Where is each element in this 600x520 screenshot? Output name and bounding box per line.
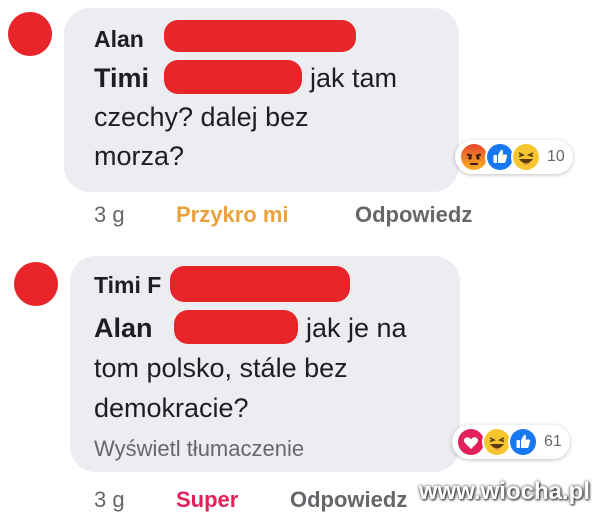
reactions-summary[interactable]: 10: [455, 140, 573, 174]
reactions-summary[interactable]: 61: [452, 425, 570, 459]
comment-bubble: Timi F Alan jak je na tom polsko, stále …: [70, 256, 460, 472]
avatar[interactable]: [14, 262, 58, 306]
comment-author[interactable]: Timi F: [94, 272, 161, 299]
like-icon: [508, 427, 538, 457]
redaction-bar: [170, 266, 350, 302]
haha-icon: [511, 142, 541, 172]
comment-time[interactable]: 3 g: [94, 202, 125, 228]
comment-text: Timi: [94, 60, 149, 97]
reaction-button[interactable]: Super: [176, 487, 238, 513]
reaction-button[interactable]: Przykro mi: [176, 202, 289, 228]
redaction-bar: [174, 310, 298, 344]
comment-text-line: tom polsko, stále bez: [94, 353, 348, 383]
comment-time[interactable]: 3 g: [94, 487, 125, 513]
see-translation-link[interactable]: Wyświetl tłumaczenie: [94, 436, 304, 462]
comment-text-line: jak tam: [310, 63, 398, 93]
reaction-count: 10: [547, 148, 565, 165]
comment-text-line: czechy? dalej bez: [94, 102, 309, 132]
comment-text-line: jak je na: [306, 313, 407, 343]
watermark: www.wiocha.pl: [418, 478, 590, 505]
mention-link[interactable]: Alan: [94, 313, 153, 343]
redaction-mark: [8, 12, 52, 56]
reply-button[interactable]: Odpowiedz: [290, 487, 407, 513]
comment-text-line: morza?: [94, 141, 185, 171]
mention-link[interactable]: Timi: [94, 63, 149, 93]
comment-text: Alan: [94, 310, 153, 347]
comment-author[interactable]: Alan: [94, 26, 144, 53]
reply-button[interactable]: Odpowiedz: [355, 202, 472, 228]
redaction-bar: [164, 60, 302, 94]
redaction-bar: [164, 20, 356, 52]
reaction-count: 61: [544, 433, 562, 450]
redaction-mark: [14, 262, 58, 306]
comment-bubble: Alan Timi jak tam czechy? dalej bez morz…: [64, 8, 459, 192]
comment-text-line: demokracie?: [94, 393, 249, 423]
avatar[interactable]: [8, 12, 52, 56]
